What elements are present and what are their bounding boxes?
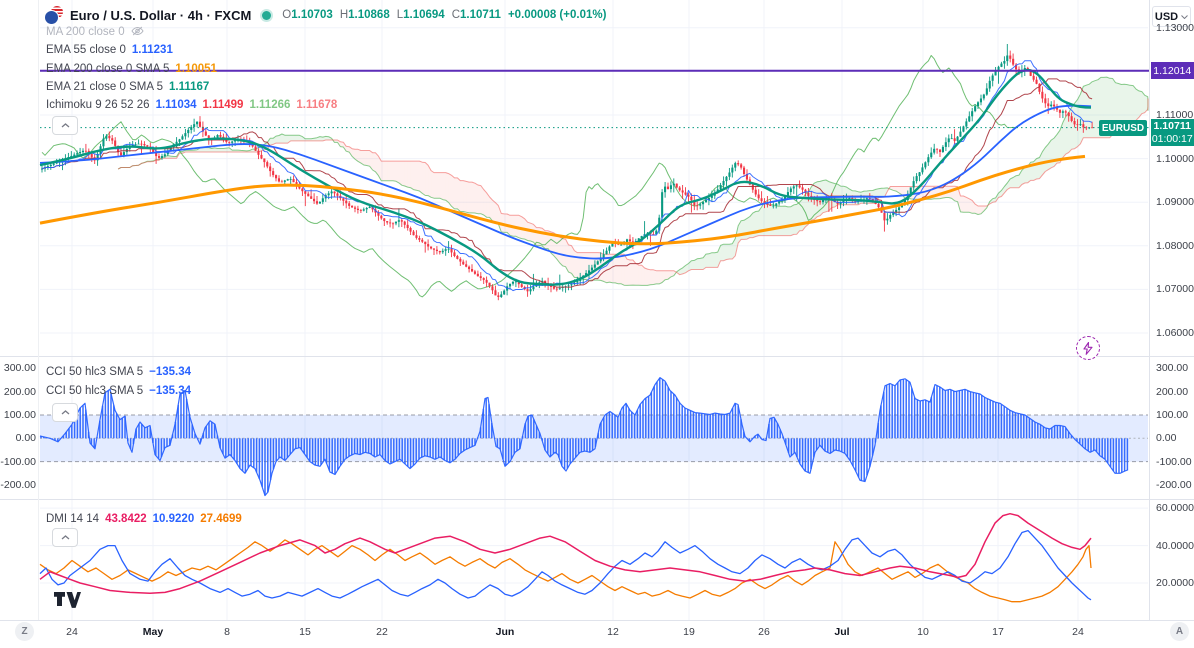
horizontal-line-price-badge: 1.12014 (1150, 62, 1194, 79)
time-label: May (142, 626, 164, 638)
symbol-pair-icon (44, 5, 63, 25)
cci-axis-label: 0.00 (1156, 432, 1177, 444)
time-label: 17 (992, 626, 1004, 638)
time-label: 10 (917, 626, 929, 638)
cci-axis-label: 100.00 (1156, 409, 1189, 421)
price-axis-label: 1.06000 (1156, 327, 1194, 339)
legend-cci-2[interactable]: CCI 50 hlc3 SMA 5 −135.34 (46, 383, 191, 399)
dmi-axis-label: 60.0000 (1156, 502, 1194, 514)
tradingview-chart-window: Euro / U.S. Dollar · 4h · FXCM O1.10703 … (0, 0, 1194, 648)
symbol-header: Euro / U.S. Dollar · 4h · FXCM O1.10703 … (44, 5, 606, 25)
time-label: 22 (376, 626, 388, 638)
price-scale[interactable] (1150, 0, 1194, 620)
price-axis-label: 1.07000 (1156, 283, 1194, 295)
market-status-dot[interactable] (262, 10, 272, 20)
dmi-axis-label: 20.0000 (1156, 577, 1194, 589)
open-value: 1.10703 (291, 9, 333, 21)
legend-ma200[interactable]: MA 200 close 0 (46, 24, 144, 40)
chevron-up-icon (61, 123, 69, 128)
dmi-axis-label: 40.0000 (1156, 540, 1194, 552)
cci-axis-label-left: 0.00 (15, 432, 36, 444)
close-value: 1.10711 (460, 9, 501, 21)
legend-ema55[interactable]: EMA 55 close 0 1.11231 (46, 42, 173, 58)
auto-scale-button[interactable]: A (1170, 622, 1189, 641)
price-axis-label: 1.11000 (1156, 109, 1194, 121)
legend-dmi[interactable]: DMI 14 14 43.8422 10.9220 27.4699 (46, 511, 242, 527)
price-axis-label: 1.09000 (1156, 196, 1194, 208)
time-scale[interactable]: 24 May 8 15 22 Jun 12 19 26 Jul 10 17 24 (0, 621, 1194, 648)
high-value: 1.10868 (348, 9, 390, 21)
tradingview-logo[interactable] (54, 592, 81, 613)
time-label: 8 (224, 626, 230, 638)
time-label: 19 (683, 626, 695, 638)
collapse-dmi-pane-button[interactable] (52, 528, 78, 547)
cci-axis-label: -200.00 (1156, 479, 1192, 491)
time-label: 24 (66, 626, 78, 638)
last-price-badge: 1.10711 01:00:17 (1150, 119, 1194, 146)
price-axis-label: 1.08000 (1156, 240, 1194, 252)
time-label: 26 (758, 626, 770, 638)
time-label: Jun (495, 626, 515, 638)
cci-axis-label-left: 300.00 (3, 362, 36, 374)
timezone-button[interactable]: Z (15, 622, 34, 641)
countdown-timer: 01:00:17 (1151, 132, 1193, 145)
low-value: 1.10694 (403, 9, 445, 21)
change-value: +0.00008 (+0.01%) (507, 9, 607, 21)
symbol-title[interactable]: Euro / U.S. Dollar · 4h · FXCM (70, 8, 251, 23)
cci-axis-label-left: -200.00 (0, 479, 36, 491)
cci-axis-label-left: 200.00 (3, 386, 36, 398)
cci-axis-label: 200.00 (1156, 386, 1189, 398)
symbol-price-tag: EURUSD (1099, 120, 1147, 136)
cci-axis-label-left: -100.00 (0, 456, 36, 468)
legend-cci-1[interactable]: CCI 50 hlc3 SMA 5 −135.34 (46, 364, 191, 380)
legend-ema200[interactable]: EMA 200 close 0 SMA 5 1.10051 (46, 61, 217, 77)
time-label: 15 (299, 626, 311, 638)
cci-axis-label: 300.00 (1156, 362, 1189, 374)
legend-ema21[interactable]: EMA 21 close 0 SMA 5 1.11167 (46, 79, 209, 95)
cci-axis-label: -100.00 (1156, 456, 1192, 468)
ohlc-values: O1.10703 H1.10868 L1.10694 C1.10711 +0.0… (282, 9, 607, 21)
chevron-up-icon (61, 410, 69, 415)
lightning-trade-button[interactable] (1076, 336, 1100, 360)
time-label: 24 (1072, 626, 1084, 638)
cci-axis-label-left: 100.00 (3, 409, 36, 421)
time-label: 12 (607, 626, 619, 638)
collapse-cci-pane-button[interactable] (52, 403, 78, 422)
price-axis-label: 1.13000 (1156, 22, 1194, 34)
eye-off-icon[interactable] (131, 25, 144, 40)
chevron-up-icon (61, 535, 69, 540)
legend-ichimoku[interactable]: Ichimoku 9 26 52 26 1.11034 1.11499 1.11… (46, 97, 337, 113)
collapse-main-pane-button[interactable] (52, 116, 78, 135)
price-axis-label: 1.10000 (1156, 153, 1194, 165)
chevron-down-icon (1181, 14, 1188, 19)
time-label: Jul (834, 626, 850, 638)
lightning-bolt-icon (1083, 341, 1093, 355)
